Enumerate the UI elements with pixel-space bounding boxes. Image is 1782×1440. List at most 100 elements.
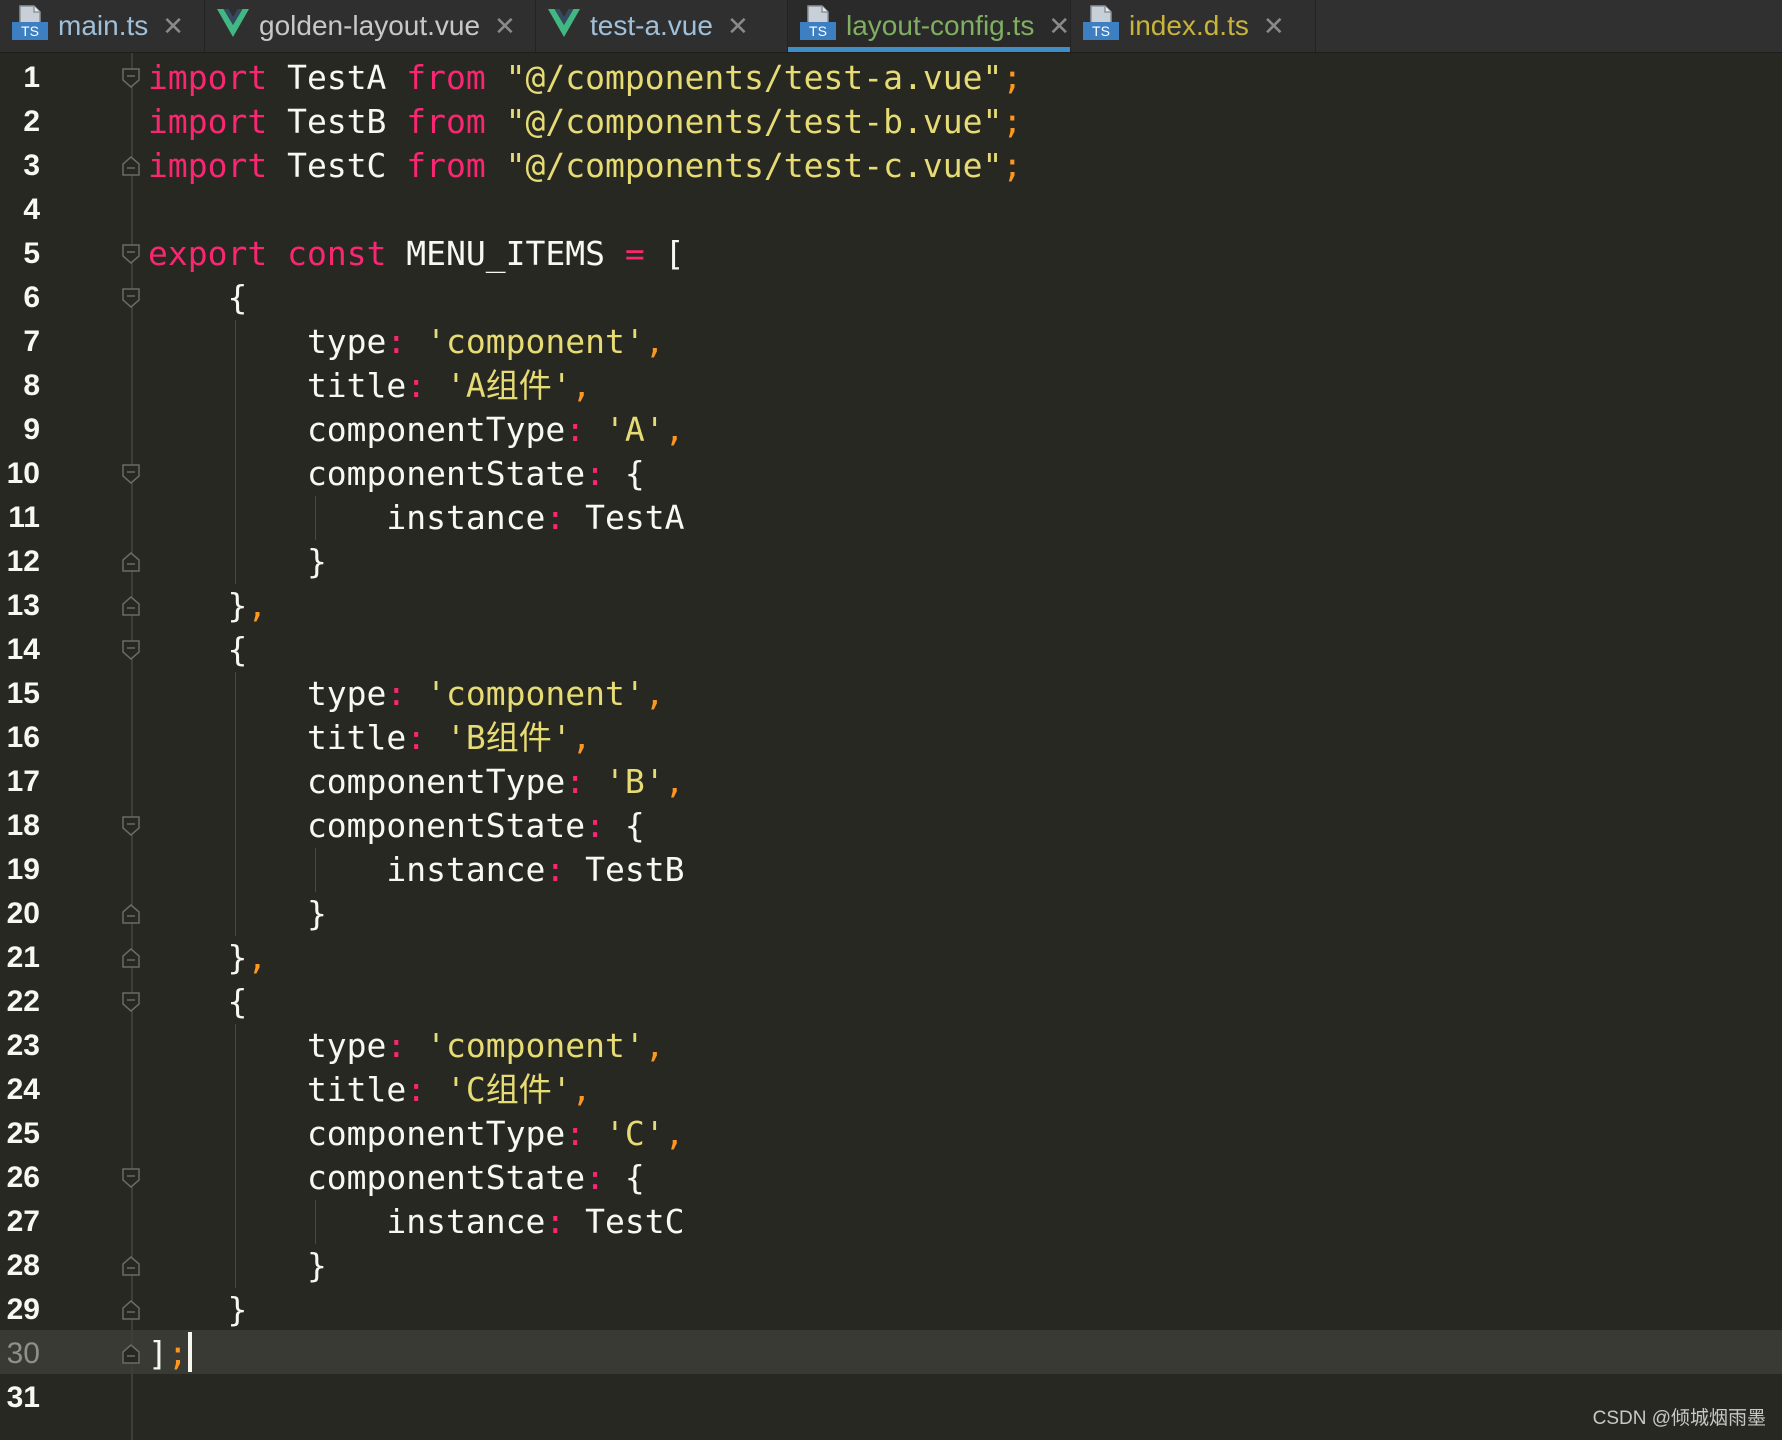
- code-token: componentState: [148, 806, 586, 845]
- fold-end-icon[interactable]: [122, 1300, 140, 1320]
- code-line[interactable]: 18 componentState: {: [0, 804, 1782, 848]
- code-text: instance: TestA: [148, 496, 684, 540]
- fold-collapse-icon[interactable]: [122, 244, 140, 264]
- code-token: 'C组件': [446, 1070, 572, 1109]
- code-line[interactable]: 7 type: 'component',: [0, 320, 1782, 364]
- code-line[interactable]: 20 }: [0, 892, 1782, 936]
- code-line[interactable]: 22 {: [0, 980, 1782, 1024]
- close-icon[interactable]: ✕: [162, 13, 184, 39]
- code-text: {: [148, 980, 247, 1024]
- fold-collapse-icon[interactable]: [122, 464, 140, 484]
- code-token: ,: [571, 366, 592, 405]
- code-line[interactable]: 27 instance: TestC: [0, 1200, 1782, 1244]
- fold-end-icon[interactable]: [122, 1256, 140, 1276]
- close-icon[interactable]: ✕: [494, 13, 516, 39]
- tab-3[interactable]: TS layout-config.ts ✕: [788, 0, 1071, 52]
- line-number: 20: [6, 897, 40, 930]
- code-line[interactable]: 16 title: 'B组件',: [0, 716, 1782, 760]
- code-token: :: [565, 410, 586, 449]
- fold-collapse-icon[interactable]: [122, 816, 140, 836]
- close-icon[interactable]: ✕: [1263, 13, 1285, 39]
- fold-end-icon[interactable]: [122, 904, 140, 924]
- code-token: export: [148, 234, 268, 273]
- code-line[interactable]: 31: [0, 1376, 1782, 1420]
- fold-collapse-icon[interactable]: [122, 288, 140, 308]
- code-text: type: 'component',: [148, 1024, 665, 1068]
- code-line[interactable]: 26 componentState: {: [0, 1156, 1782, 1200]
- code-line[interactable]: 6 {: [0, 276, 1782, 320]
- fold-collapse-icon[interactable]: [122, 1168, 140, 1188]
- code-token: import: [148, 58, 268, 97]
- code-line[interactable]: 15 type: 'component',: [0, 672, 1782, 716]
- fold-end-icon[interactable]: [122, 156, 140, 176]
- code-line[interactable]: 24 title: 'C组件',: [0, 1068, 1782, 1112]
- code-text: },: [148, 584, 267, 628]
- tab-label: layout-config.ts: [846, 10, 1035, 41]
- fold-end-icon[interactable]: [122, 596, 140, 616]
- tab-label: test-a.vue: [590, 10, 713, 41]
- code-line[interactable]: 8 title: 'A组件',: [0, 364, 1782, 408]
- tab-2[interactable]: test-a.vue ✕: [536, 0, 788, 52]
- line-number: 4: [23, 193, 40, 226]
- code-token: =: [624, 234, 645, 273]
- code-text: }: [148, 892, 327, 936]
- code-token: const: [287, 234, 387, 273]
- code-line[interactable]: 5 export const MENU_ITEMS = [: [0, 232, 1782, 276]
- line-number: 2: [23, 105, 40, 138]
- indent-guide: [235, 320, 236, 584]
- code-line[interactable]: 19 instance: TestB: [0, 848, 1782, 892]
- code-line[interactable]: 28 }: [0, 1244, 1782, 1288]
- code-token: componentType: [148, 1114, 566, 1153]
- fold-collapse-icon[interactable]: [122, 640, 140, 660]
- vue-file-icon: [217, 8, 249, 44]
- code-line[interactable]: 17 componentType: 'B',: [0, 760, 1782, 804]
- indent-guide: [235, 672, 236, 936]
- code-token: {: [148, 278, 248, 317]
- code-text: import TestC from "@/components/test-c.v…: [148, 144, 1022, 188]
- close-icon[interactable]: ✕: [727, 13, 749, 39]
- code-editor[interactable]: 1 import TestA from "@/components/test-a.…: [0, 53, 1782, 1440]
- vue-file-icon: [548, 8, 580, 44]
- code-line[interactable]: 11 instance: TestA: [0, 496, 1782, 540]
- code-token: componentType: [148, 762, 566, 801]
- line-number: 21: [6, 941, 40, 974]
- code-token: ,: [571, 1070, 592, 1109]
- close-icon[interactable]: ✕: [1048, 13, 1070, 39]
- code-line[interactable]: 9 componentType: 'A',: [0, 408, 1782, 452]
- code-token: from: [406, 102, 486, 141]
- code-line[interactable]: 25 componentType: 'C',: [0, 1112, 1782, 1156]
- code-line[interactable]: 12 }: [0, 540, 1782, 584]
- code-line[interactable]: 29 }: [0, 1288, 1782, 1332]
- code-token: "@/components/test-c.vue": [505, 146, 1003, 185]
- fold-collapse-icon[interactable]: [122, 68, 140, 88]
- code-line[interactable]: 1 import TestA from "@/components/test-a.…: [0, 56, 1782, 100]
- code-token: "@/components/test-b.vue": [505, 102, 1003, 141]
- code-line[interactable]: 21 },: [0, 936, 1782, 980]
- code-line[interactable]: 3 import TestC from "@/components/test-c.…: [0, 144, 1782, 188]
- tab-0[interactable]: TS main.ts ✕: [0, 0, 205, 52]
- tab-label: index.d.ts: [1129, 10, 1249, 41]
- code-text: import TestA from "@/components/test-a.v…: [148, 56, 1022, 100]
- fold-end-icon[interactable]: [122, 948, 140, 968]
- code-line[interactable]: 2 import TestB from "@/components/test-b.…: [0, 100, 1782, 144]
- tab-label: golden-layout.vue: [259, 10, 481, 41]
- indent-guide: [315, 1200, 316, 1244]
- fold-collapse-icon[interactable]: [122, 992, 140, 1012]
- code-token: ,: [644, 674, 665, 713]
- code-line[interactable]: 14 {: [0, 628, 1782, 672]
- code-line[interactable]: 13 },: [0, 584, 1782, 628]
- fold-end-icon[interactable]: [122, 552, 140, 572]
- code-token: 'A': [604, 410, 665, 449]
- tab-4[interactable]: TS index.d.ts ✕: [1071, 0, 1316, 52]
- code-line[interactable]: 30];: [0, 1332, 1782, 1376]
- code-line[interactable]: 10 componentState: {: [0, 452, 1782, 496]
- code-line[interactable]: 4: [0, 188, 1782, 232]
- line-number: 22: [6, 985, 40, 1018]
- fold-end-icon[interactable]: [122, 1344, 140, 1364]
- tab-1[interactable]: golden-layout.vue ✕: [205, 0, 536, 52]
- code-text: title: 'B组件',: [148, 716, 592, 760]
- code-line[interactable]: 23 type: 'component',: [0, 1024, 1782, 1068]
